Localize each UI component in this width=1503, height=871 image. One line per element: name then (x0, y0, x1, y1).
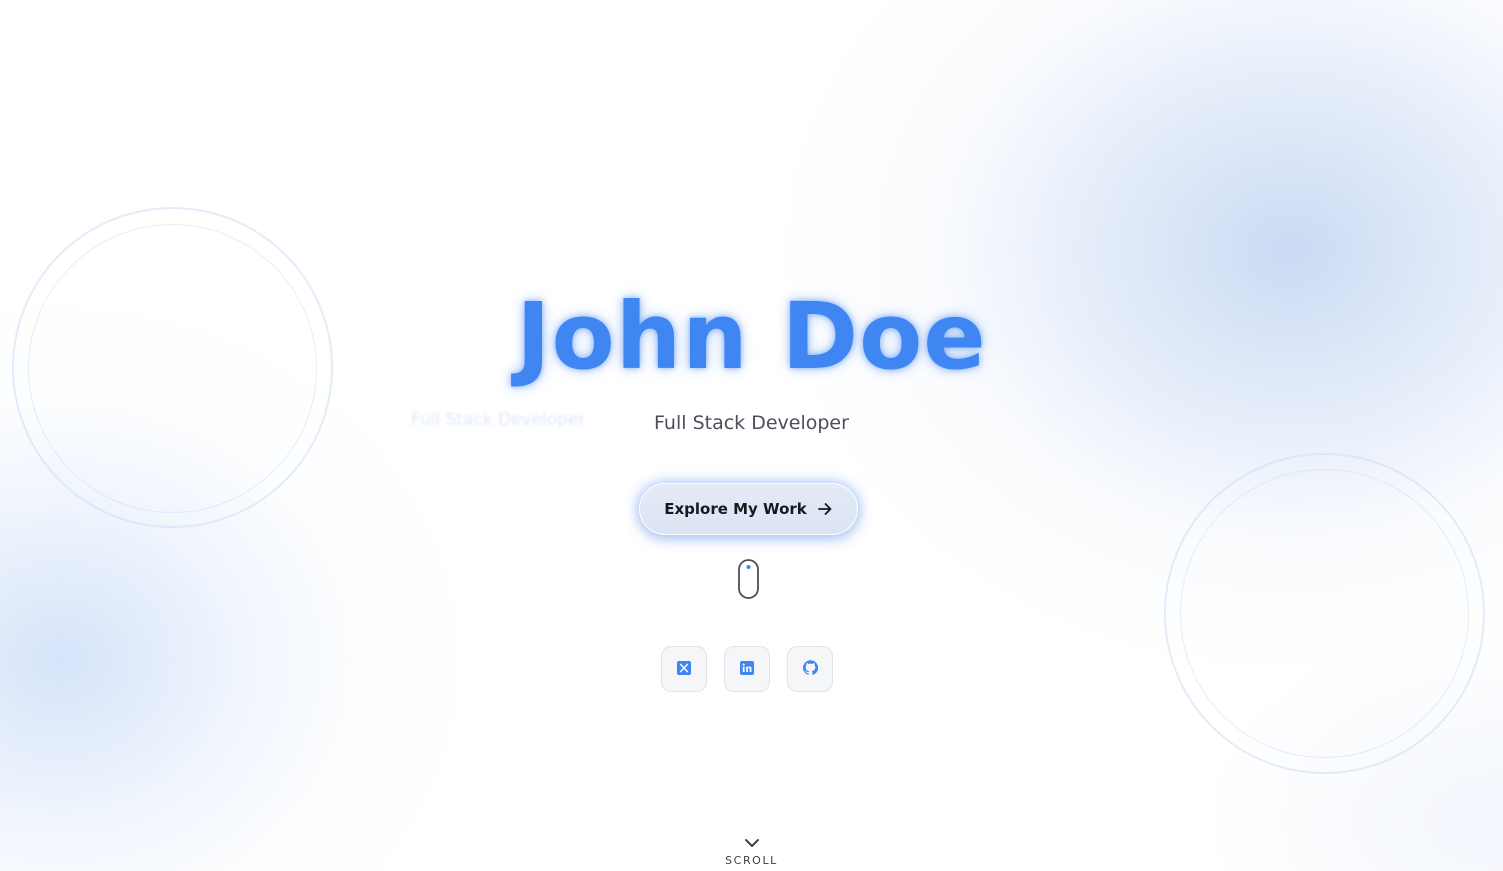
linkedin-link-button[interactable] (724, 646, 770, 692)
social-links (661, 646, 833, 692)
arrow-right-icon (817, 501, 833, 517)
hero-role: Full Stack Developer (654, 412, 849, 434)
x-icon (677, 660, 691, 679)
explore-work-button[interactable]: Explore My Work (639, 483, 858, 535)
x-link-button[interactable] (661, 646, 707, 692)
explore-work-label: Explore My Work (664, 500, 807, 518)
linkedin-icon (740, 660, 754, 679)
scroll-label: SCROLL (725, 854, 778, 867)
hero-section: John Doe Full Stack Developer Full Stack… (0, 0, 1503, 871)
scroll-indicator[interactable]: SCROLL (0, 834, 1503, 867)
hero-name: John Doe (516, 283, 987, 390)
github-link-button[interactable] (787, 646, 833, 692)
github-icon (802, 659, 818, 679)
mouse-scroll-icon (738, 559, 759, 599)
chevron-down-icon (744, 834, 760, 853)
